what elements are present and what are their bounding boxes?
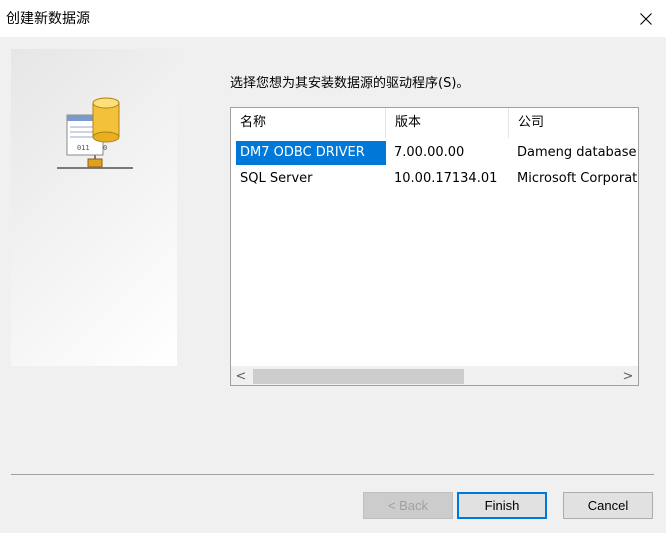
footer-separator [11, 474, 654, 475]
driver-name: DM7 ODBC DRIVER [236, 141, 386, 165]
list-header: 名称 版本 公司 [231, 108, 638, 138]
driver-name: SQL Server [240, 171, 313, 186]
svg-text:0: 0 [103, 144, 107, 152]
scroll-left-button[interactable]: < [231, 367, 251, 385]
driver-company: Microsoft Corporation [517, 171, 638, 186]
horizontal-scrollbar[interactable]: < > [231, 366, 638, 385]
scroll-right-button[interactable]: > [618, 367, 638, 385]
column-header-company[interactable]: 公司 [509, 108, 638, 138]
chevron-left-icon: < [235, 369, 247, 384]
driver-row[interactable]: SQL Server 10.00.17134.01 Microsoft Corp… [231, 167, 638, 191]
driver-row[interactable]: DM7 ODBC DRIVER 7.00.00.00 Dameng databa… [231, 141, 638, 165]
data-source-icon: 011 0 [57, 97, 133, 169]
close-icon [640, 12, 652, 25]
chevron-right-icon: > [622, 369, 634, 384]
cancel-button[interactable]: Cancel [563, 492, 653, 519]
finish-button[interactable]: Finish [457, 492, 547, 519]
svg-text:011: 011 [77, 144, 90, 152]
close-button[interactable] [626, 0, 666, 37]
driver-list[interactable]: 名称 版本 公司 DM7 ODBC DRIVER 7.00.00.00 Dame… [230, 107, 639, 386]
column-header-version[interactable]: 版本 [386, 108, 509, 138]
window-title: 创建新数据源 [6, 11, 90, 27]
back-button[interactable]: < Back [363, 492, 453, 519]
title-bar: 创建新数据源 [0, 0, 666, 37]
scroll-thumb[interactable] [253, 369, 464, 384]
driver-company: Dameng database [517, 145, 637, 160]
driver-version: 7.00.00.00 [394, 145, 465, 160]
wizard-side-panel: 011 0 [11, 49, 177, 366]
driver-version: 10.00.17134.01 [394, 171, 498, 186]
instruction-text: 选择您想为其安装数据源的驱动程序(S)。 [230, 76, 470, 91]
column-header-name[interactable]: 名称 [231, 108, 386, 138]
